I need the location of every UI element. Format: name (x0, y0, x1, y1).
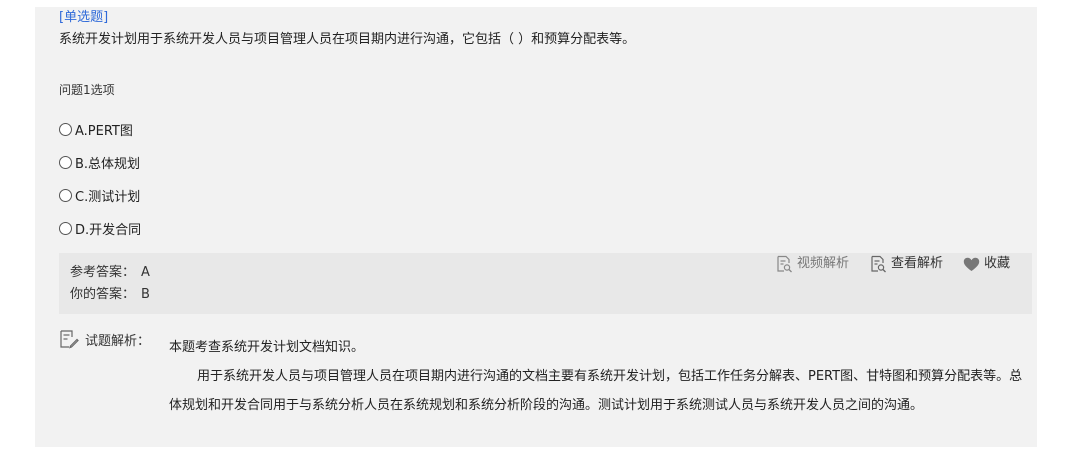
question-panel: [单选题] 系统开发计划用于系统开发人员与项目管理人员在项目期内进行沟通，它包括… (35, 7, 1037, 447)
option-d[interactable]: D.开发合同 (59, 212, 141, 245)
heart-icon (963, 257, 980, 271)
option-a-radio[interactable] (59, 123, 72, 136)
your-answer: 你的答案： B (70, 286, 150, 304)
option-c-radio[interactable] (59, 189, 72, 202)
your-answer-label: 你的答案： (70, 287, 136, 302)
view-analysis-icon (871, 255, 886, 273)
analysis-text: 本题考查系统开发计划文档知识。 用于系统开发人员与项目管理人员在项目期内进行沟通… (169, 333, 1029, 420)
option-a-label: A.PERT图 (75, 124, 133, 139)
video-analysis-icon (777, 255, 792, 273)
option-d-label: D.开发合同 (75, 223, 142, 238)
favorite-button[interactable]: 收藏 (963, 255, 1010, 273)
option-a[interactable]: A.PERT图 (59, 113, 141, 146)
favorite-label: 收藏 (983, 256, 1010, 271)
option-d-radio[interactable] (59, 222, 72, 235)
question-type-label: [单选题] (59, 10, 109, 25)
option-b[interactable]: B.总体规划 (59, 146, 141, 179)
analysis-label: 试题解析： (85, 333, 151, 349)
video-analysis-button[interactable]: 视频解析 (775, 255, 849, 273)
view-analysis-button[interactable]: 查看解析 (869, 255, 943, 273)
options-title: 问题1选项 (59, 83, 115, 97)
reference-answer-value: A (141, 265, 150, 280)
option-c[interactable]: C.测试计划 (59, 179, 141, 212)
video-analysis-label: 视频解析 (796, 256, 849, 271)
reference-answer-label: 参考答案： (70, 265, 136, 280)
reference-answer: 参考答案： A (70, 264, 150, 282)
analysis-heading: 试题解析： (59, 329, 150, 349)
answer-actions: 视频解析 查看解析 收藏 (755, 255, 1010, 273)
your-answer-value: B (141, 287, 150, 302)
answer-box: 参考答案： A 你的答案： B 视频解析 查看解析 收藏 (59, 253, 1032, 314)
analysis-summary: 本题考查系统开发计划文档知识。 (169, 340, 365, 355)
option-b-radio[interactable] (59, 156, 72, 169)
option-b-label: B.总体规划 (75, 157, 141, 172)
analysis-paragraph: 用于系统开发人员与项目管理人员在项目期内进行沟通的文档主要有系统开发计划，包括工… (169, 369, 1023, 413)
edit-note-icon (60, 330, 79, 349)
options-list: A.PERT图 B.总体规划 C.测试计划 D.开发合同 (59, 113, 141, 245)
view-analysis-label: 查看解析 (890, 256, 943, 271)
question-stem: 系统开发计划用于系统开发人员与项目管理人员在项目期内进行沟通，它包括（ ）和预算… (59, 32, 636, 47)
option-c-label: C.测试计划 (75, 190, 141, 205)
